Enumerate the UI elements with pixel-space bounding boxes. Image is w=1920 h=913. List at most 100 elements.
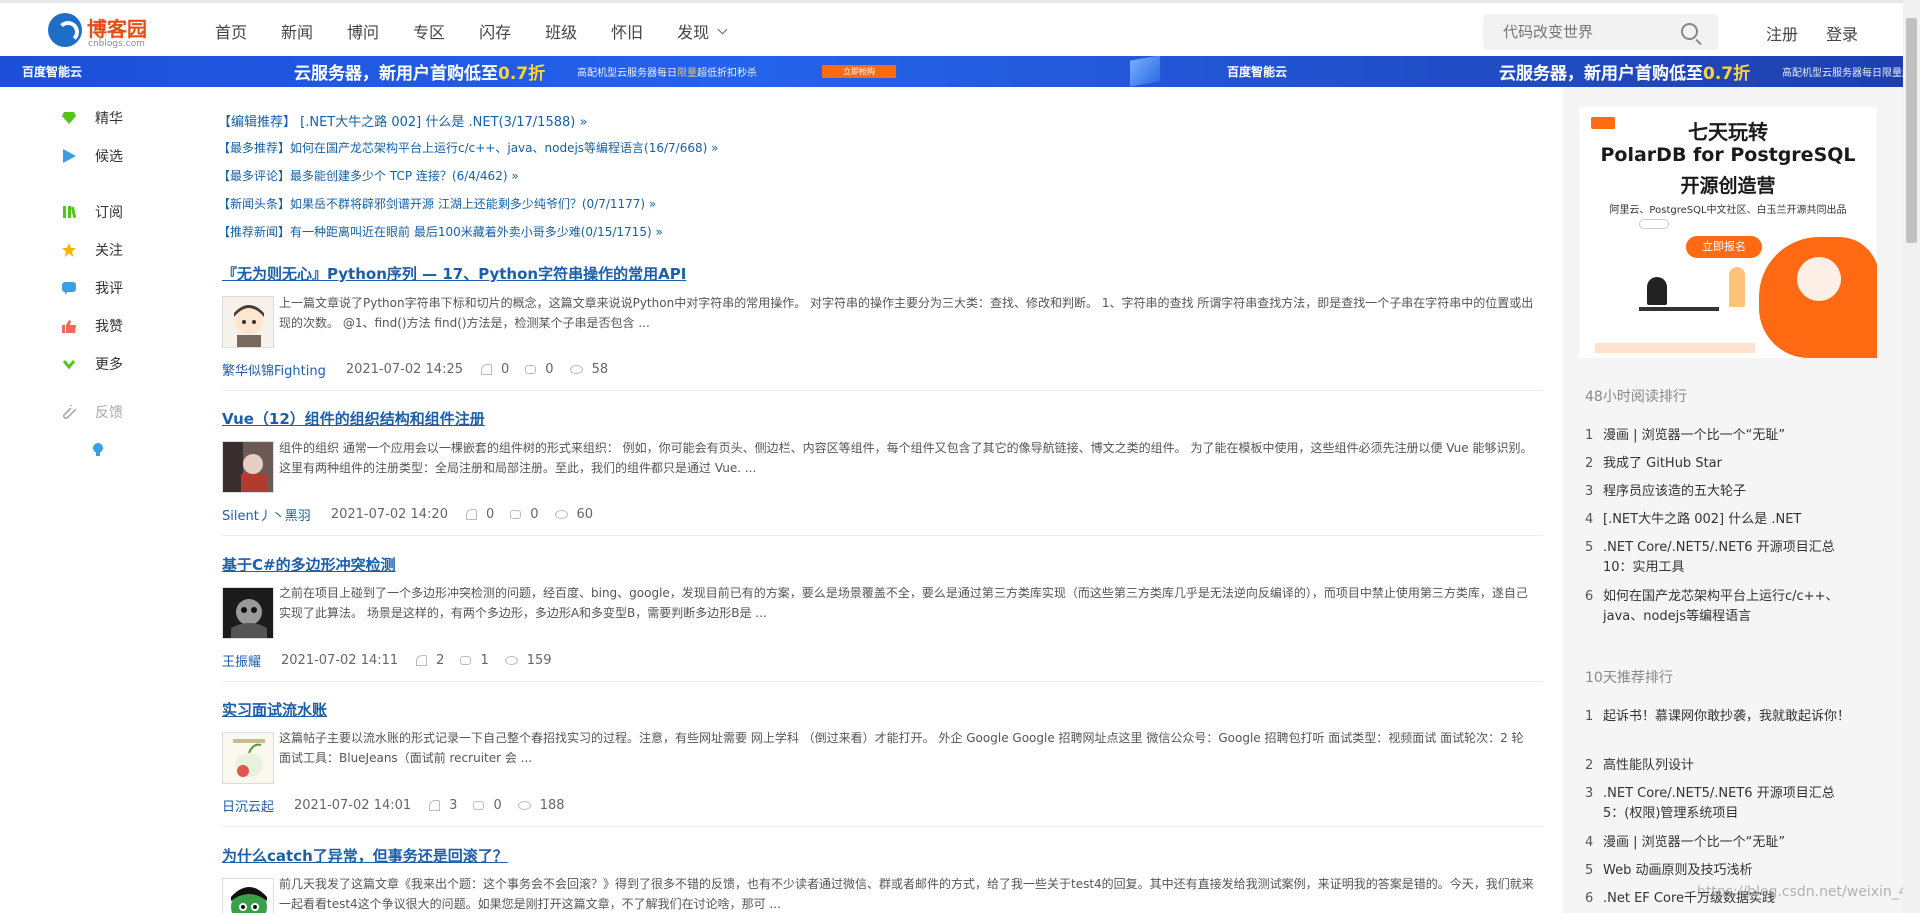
- post-author[interactable]: Silent丿丶黑羽: [222, 505, 311, 524]
- post-author[interactable]: 王振耀: [222, 651, 261, 670]
- person-graphic: [1729, 267, 1745, 307]
- nav-qa[interactable]: 博问: [347, 19, 379, 43]
- nav-news[interactable]: 新闻: [281, 19, 313, 43]
- featured-link[interactable]: 【新闻头条】如果岳不群将辟邪剑谱开源 江湖上还能剩多少纯爷们？(0/7/1177…: [218, 195, 656, 212]
- scrollbar-thumb[interactable]: [1906, 18, 1917, 243]
- ad-card[interactable]: 七天玩转 PolarDB for PostgreSQL 开源创造营 阿里云、Po…: [1579, 107, 1877, 358]
- nav-zone[interactable]: 专区: [413, 19, 445, 43]
- lightbulb-icon: [93, 443, 103, 456]
- bookshelf-icon: [63, 206, 76, 219]
- thumbs-up-icon: [62, 320, 76, 333]
- rank-item[interactable]: 1 起诉书！慕课网你敢抄袭，我就敢起诉你！: [1585, 707, 1855, 727]
- ad-title-line3: 开源创造营: [1680, 175, 1776, 197]
- featured-link[interactable]: 【推荐新闻】有一种距离叫近在眼前 最后100米藏着外卖小哥多少难(0/15/17…: [218, 223, 663, 240]
- thumbs-up-icon: [465, 509, 477, 520]
- post-title-link[interactable]: 为什么catch了异常，但事务还是回滚了？: [222, 845, 508, 866]
- rank-item[interactable]: 1 漫画 | 浏览器一个比一个“无耻”: [1585, 426, 1855, 446]
- digg-stat[interactable]: 0: [465, 507, 494, 522]
- search-input[interactable]: [1483, 14, 1678, 50]
- featured-text: 有一种距离叫近在眼前 最后100米藏着外卖小哥多少难(0/15/1715) »: [290, 225, 663, 239]
- logo-icon: [48, 13, 82, 47]
- nav-class[interactable]: 班级: [545, 19, 577, 43]
- sidebar-item-subscribe[interactable]: 订阅: [62, 202, 123, 222]
- digg-stat[interactable]: 0: [481, 362, 509, 377]
- comment-stat[interactable]: 0: [473, 798, 502, 813]
- rank-item[interactable]: 2 高性能队列设计: [1585, 756, 1855, 776]
- sidebar-item-candidate[interactable]: 候选: [62, 146, 123, 166]
- sidebar-item-label: 精华: [95, 111, 123, 127]
- eye-icon: [517, 801, 531, 810]
- sidebar-item-my-comments[interactable]: 我评: [62, 278, 123, 298]
- post-title-link[interactable]: Vue（12）组件的组织结构和组件注册: [222, 408, 485, 429]
- rank-item[interactable]: 4 漫画 | 浏览器一个比一个“无耻”: [1585, 833, 1855, 853]
- digg-count: 0: [501, 362, 510, 377]
- ad-signup-button[interactable]: 立即报名: [1686, 236, 1762, 258]
- post-summary: 这篇帖子主要以流水账的形式记录一下自己整个春招找实习的过程。注意，有些网址需要 …: [279, 731, 1524, 765]
- promo-banner[interactable]: 百度智能云 云服务器，新用户首购低至 0.7折 高配机型云服务器每日 限量 超低折扣秒…: [0, 56, 1903, 87]
- rank-number: 6: [1585, 589, 1594, 604]
- site-logo[interactable]: 博客园 cnblogs.com: [48, 11, 158, 51]
- nav-nostalgia[interactable]: 怀旧: [611, 19, 643, 43]
- author-avatar[interactable]: [222, 296, 274, 348]
- featured-tag: 【编辑推荐】: [218, 115, 297, 130]
- register-link[interactable]: 注册: [1766, 21, 1798, 45]
- nav-flash[interactable]: 闪存: [479, 19, 511, 43]
- rank-number: 1: [1585, 428, 1594, 443]
- nav-discover[interactable]: 发现: [677, 19, 728, 43]
- rank-item[interactable]: 3 程序员应该造的五大轮子: [1585, 482, 1855, 502]
- digg-stat[interactable]: 3: [429, 798, 457, 813]
- view-stat: 60: [554, 507, 593, 522]
- rank-item[interactable]: 2 我成了 GitHub Star: [1585, 454, 1855, 474]
- logo-domain: cnblogs.com: [88, 39, 145, 49]
- rank-number: 3: [1585, 484, 1594, 499]
- nav-home[interactable]: 首页: [215, 19, 247, 43]
- view-stat: 58: [569, 362, 608, 377]
- comment-stat[interactable]: 0: [510, 507, 539, 522]
- sidebar-item-label: 候选: [95, 149, 123, 165]
- author-avatar[interactable]: [222, 878, 274, 913]
- comment-stat[interactable]: 1: [460, 653, 489, 668]
- comment-stat[interactable]: 0: [525, 362, 554, 377]
- rank-item[interactable]: 5 .NET Core/.NET5/.NET6 开源项目汇总10：实用工具: [1585, 538, 1855, 578]
- post-author[interactable]: 日沉云起: [222, 796, 274, 815]
- sidebar-item-follow[interactable]: 关注: [62, 240, 123, 260]
- rank-number: 5: [1585, 863, 1594, 878]
- sidebar-item-feedback[interactable]: 反馈: [62, 402, 123, 422]
- rank-item[interactable]: 4 [.NET大牛之路 002] 什么是 .NET: [1585, 510, 1855, 530]
- view-count: 188: [539, 798, 565, 813]
- post-title-link[interactable]: 基于C#的多边形冲突检测: [222, 554, 396, 575]
- sidebar-item-my-likes[interactable]: 我赞: [62, 316, 123, 336]
- digg-stat[interactable]: 2: [416, 653, 444, 668]
- featured-link[interactable]: 【最多评论】最多能创建多少个 TCP 连接？(6/4/462) »: [218, 167, 519, 184]
- featured-link[interactable]: 【最多推荐】如何在国产龙芯架构平台上运行c/c++、java、nodejs等编程…: [218, 139, 718, 156]
- rank-text: 漫画 | 浏览器一个比一个“无耻”: [1603, 428, 1786, 443]
- post-meta: 日沉云起 2021-07-02 14:01 3 0 188: [222, 796, 581, 815]
- rank-text: .NET Core/.NET5/.NET6 开源项目汇总10：实用工具: [1603, 540, 1835, 575]
- sidebar-item-idea[interactable]: [62, 442, 124, 456]
- ad-subtitle: 阿里云、PostgreSQL中文社区、白玉兰开源共同出品: [1609, 205, 1847, 216]
- featured-tag: 【最多评论】: [218, 169, 291, 183]
- logo-text: 博客园: [87, 17, 147, 41]
- rank-item[interactable]: 5 Web 动画原则及技巧浅析: [1585, 861, 1855, 881]
- thumbs-up-icon: [481, 364, 492, 375]
- featured-link[interactable]: 【编辑推荐】 [.NET大牛之路 002] 什么是 .NET(3/17/1588…: [218, 111, 587, 130]
- rank-item[interactable]: 3 .NET Core/.NET5/.NET6 开源项目汇总5：(权限)管理系统项…: [1585, 784, 1855, 824]
- login-link[interactable]: 登录: [1826, 21, 1858, 45]
- rank-item[interactable]: 6 如何在国产龙芯架构平台上运行c/c++、java、nodejs等编程语言: [1585, 587, 1855, 627]
- search-icon[interactable]: [1681, 23, 1698, 40]
- author-avatar[interactable]: [222, 441, 274, 493]
- sidebar-item-featured[interactable]: 精华: [62, 108, 123, 128]
- post-date: 2021-07-02 14:01: [294, 798, 412, 813]
- author-avatar[interactable]: [222, 732, 274, 784]
- banner-button[interactable]: 立即抢购: [822, 65, 896, 78]
- post-title-link[interactable]: 『无为则无心』Python序列 — 17、Python字符串操作的常用API: [222, 263, 686, 284]
- author-avatar[interactable]: [222, 587, 274, 639]
- post-title-link[interactable]: 实习面试流水账: [222, 699, 327, 720]
- image-watermark: https://blog.csdn.net/weixin_45692705: [1697, 884, 1920, 900]
- rank-text: 程序员应该造的五大轮子: [1603, 484, 1747, 499]
- post-author[interactable]: 繁华似锦Fighting: [222, 360, 326, 379]
- page-scrollbar[interactable]: [1903, 0, 1920, 913]
- sidebar-item-more[interactable]: 更多: [62, 354, 123, 374]
- banner-button-wrap: 立即抢购: [822, 56, 896, 87]
- rank-number: 4: [1585, 512, 1594, 527]
